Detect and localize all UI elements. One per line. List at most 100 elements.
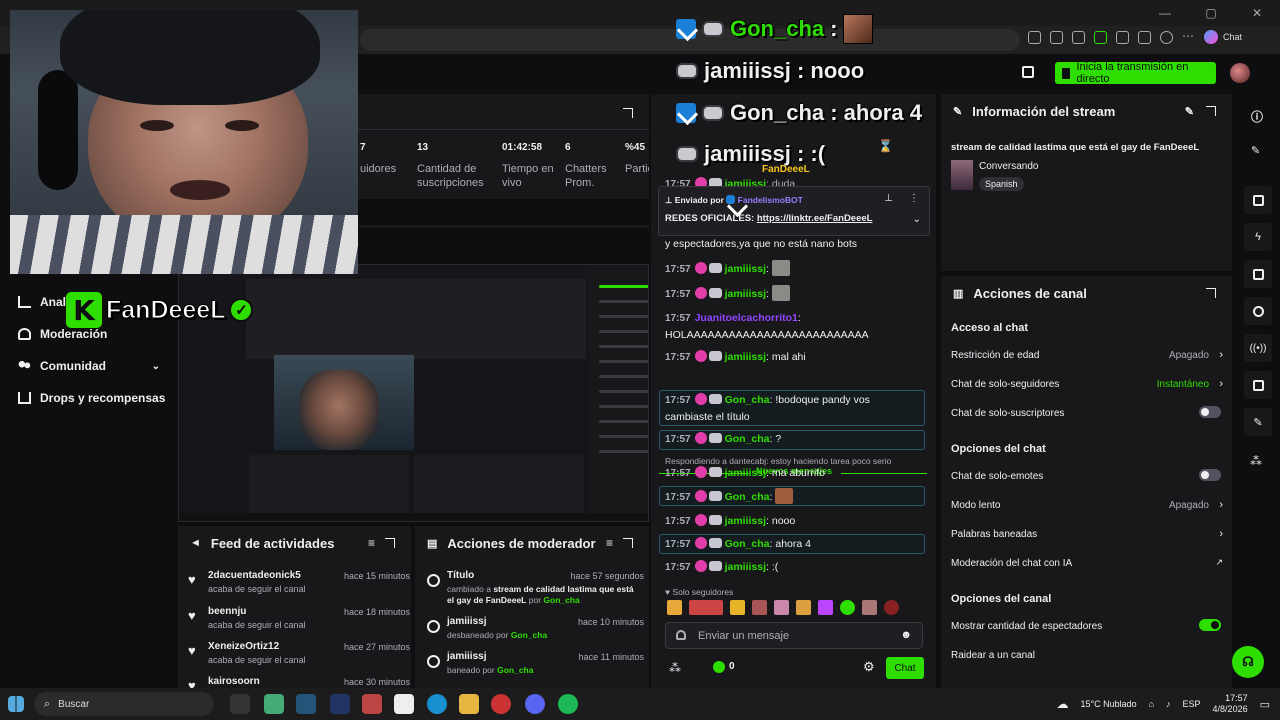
rail-button[interactable] xyxy=(1244,297,1272,325)
kick-logo-icon: K xyxy=(66,292,102,328)
close-icon[interactable]: ✕ xyxy=(1234,0,1280,26)
rail-button[interactable]: ✎ xyxy=(1244,408,1272,436)
mod-badge-icon xyxy=(702,105,724,121)
rail-button[interactable] xyxy=(1244,186,1272,214)
extension-icon[interactable] xyxy=(1072,30,1085,44)
chat-input[interactable]: Enviar un mensaje ☻ xyxy=(665,622,923,649)
app-icon[interactable] xyxy=(296,694,316,714)
maximize-icon[interactable]: ▢ xyxy=(1188,0,1234,26)
send-chat-button[interactable]: Chat xyxy=(886,657,924,679)
subs-only-toggle[interactable] xyxy=(1199,406,1221,418)
copilot-chat-button[interactable]: Chat xyxy=(1204,30,1242,44)
pinned-message[interactable]: ⊥ Enviado por FandelismoBOT REDES OFICIA… xyxy=(658,186,930,236)
category-name[interactable]: Conversando xyxy=(979,161,1038,172)
task-view-icon[interactable] xyxy=(230,694,250,714)
mod-badge-icon xyxy=(708,263,722,273)
emote-icon[interactable] xyxy=(730,600,745,615)
eye xyxy=(140,120,174,131)
slow-mode-setting[interactable]: Modo lento Apagado › xyxy=(951,499,1223,511)
banned-words-setting[interactable]: Palabras baneadas › xyxy=(951,528,1223,540)
app-icon[interactable] xyxy=(330,694,350,714)
clock[interactable]: 17:57 4/8/2026 xyxy=(1213,693,1248,715)
emote-icon[interactable] xyxy=(752,600,767,615)
verified-icon xyxy=(676,103,696,123)
language-tag: Spanish xyxy=(979,177,1024,191)
channel-logo: K FanDeeeL ✓ xyxy=(66,290,266,330)
emote-icon[interactable] xyxy=(689,600,723,615)
obs-icon[interactable] xyxy=(491,694,511,714)
followers-only-setting[interactable]: Chat de solo-seguidores Instantáneo › xyxy=(951,378,1223,390)
emote-icon[interactable] xyxy=(796,600,811,615)
rail-button[interactable]: ϟ xyxy=(1244,223,1272,251)
category-thumbnail[interactable] xyxy=(951,160,973,190)
filter-icon[interactable]: ≡ xyxy=(368,536,375,550)
puzzle-icon[interactable] xyxy=(1116,30,1129,44)
reader-icon[interactable] xyxy=(1028,30,1041,44)
popout-icon[interactable] xyxy=(623,108,633,118)
pin-icon[interactable]: ⊥ xyxy=(884,193,893,204)
stat-followers: 7 uidores xyxy=(360,142,397,175)
community-icon[interactable]: ⁂ xyxy=(1250,454,1262,468)
discord-icon[interactable] xyxy=(525,694,545,714)
minimize-icon[interactable]: — xyxy=(1142,0,1188,26)
go-live-button[interactable]: Inicia la transmisión en directo xyxy=(1055,61,1216,85)
sidebar-item-community[interactable]: Comunidad ⌄ xyxy=(18,359,160,373)
emote-only-toggle[interactable] xyxy=(1199,469,1221,481)
favorite-icon[interactable] xyxy=(1050,30,1063,44)
mod-view-icon[interactable] xyxy=(1022,66,1034,78)
right-rail: ⓘ ✎ ϟ ((•)) ✎ ⁂ xyxy=(1236,94,1280,688)
emote-icon[interactable] xyxy=(667,600,682,615)
spotify-icon[interactable] xyxy=(558,694,578,714)
edit-icon[interactable]: ✎ xyxy=(1251,144,1260,157)
stat-participation: %45Partic xyxy=(625,142,649,175)
popout-icon[interactable] xyxy=(385,538,395,548)
emote-icon[interactable] xyxy=(884,600,899,615)
document-icon: ▤ xyxy=(427,537,438,550)
age-restriction-setting[interactable]: Restricción de edad Apagado › xyxy=(951,349,1223,361)
emoji-icon[interactable]: ☻ xyxy=(900,629,912,641)
sidebar-item-analytics[interactable]: Anal xyxy=(18,295,66,309)
rail-button[interactable] xyxy=(1244,260,1272,288)
windows-start-icon[interactable] xyxy=(8,696,24,712)
popout-icon[interactable] xyxy=(1206,288,1216,298)
popout-icon[interactable] xyxy=(623,538,633,548)
extension-icon[interactable] xyxy=(1094,30,1107,44)
rail-button[interactable]: ((•)) xyxy=(1244,334,1272,362)
list-item: ♥ kairosoorn hace 30 minutos xyxy=(188,676,410,688)
mod-action-detail: baneado por Gon_cha xyxy=(447,665,534,675)
emote-icon xyxy=(775,488,794,504)
collections-icon[interactable] xyxy=(1138,30,1151,44)
store-icon[interactable] xyxy=(394,694,414,714)
emote-icon[interactable] xyxy=(840,600,855,615)
app-icon[interactable] xyxy=(362,694,382,714)
popout-icon[interactable] xyxy=(1206,106,1216,116)
edge-icon[interactable] xyxy=(427,694,447,714)
viewer-count-toggle[interactable] xyxy=(1199,619,1221,631)
edit-icon[interactable]: ✎ xyxy=(1185,105,1194,118)
chevron-down-icon[interactable]: ⌄ xyxy=(913,214,921,225)
profile-icon[interactable] xyxy=(1160,30,1173,44)
emote-icon[interactable] xyxy=(818,600,833,615)
gear-icon[interactable]: ⚙ xyxy=(863,659,875,675)
info-icon[interactable]: ⓘ xyxy=(1251,108,1263,125)
system-tray: ☁ 15°C Nublado ⌂ ♪ ESP 17:57 4/8/2026 ▭ xyxy=(1056,693,1270,715)
more-icon[interactable]: ⋮ xyxy=(909,193,919,204)
community-icon[interactable]: ⁂ xyxy=(669,661,681,675)
list-item: Título hace 57 segundos cambiado a stream … xyxy=(425,570,644,620)
emote-icon[interactable] xyxy=(774,600,789,615)
raid-setting[interactable]: Raidear a un canal xyxy=(951,650,1223,661)
sidebar-item-drops[interactable]: Drops y recompensas xyxy=(18,391,165,405)
app-icon[interactable] xyxy=(264,694,284,714)
filter-icon[interactable]: ≡ xyxy=(606,536,613,550)
menu-icon[interactable]: ⋯ xyxy=(1182,30,1195,44)
emote-only-setting: Chat de solo-emotes xyxy=(951,469,1223,482)
emote-icon[interactable] xyxy=(862,600,877,615)
folder-icon[interactable] xyxy=(459,694,479,714)
help-button[interactable]: ☊ xyxy=(1232,646,1264,678)
taskbar: ⌕ Buscar ☁ 15°C Nublado ⌂ ♪ ESP 17:57 4/8/… xyxy=(0,688,1280,720)
mod-badge-icon xyxy=(702,21,724,37)
avatar[interactable] xyxy=(1230,63,1250,83)
ai-moderation-setting[interactable]: Moderación del chat con IA ↗ xyxy=(951,557,1223,569)
rail-button[interactable] xyxy=(1244,371,1272,399)
taskbar-search[interactable]: ⌕ Buscar xyxy=(34,692,214,716)
